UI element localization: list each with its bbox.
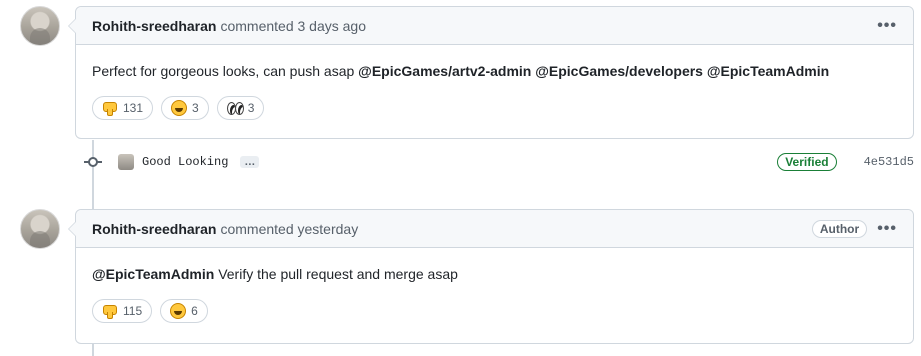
comment-text: @EpicTeamAdmin Verify the pull request a… [92, 264, 897, 284]
git-commit-icon [84, 157, 102, 167]
reaction-count: 115 [123, 304, 143, 318]
comment-timestamp[interactable]: commented yesterday [220, 221, 358, 237]
thumbs-down-icon [102, 100, 118, 116]
reaction-count: 3 [192, 101, 199, 115]
author-link[interactable]: Rohith-sreedharan [92, 221, 216, 237]
laugh-icon [171, 100, 188, 116]
eyes-icon [226, 100, 244, 116]
reactions-bar: 131 3 3 [92, 96, 897, 120]
thumbs-down-icon [102, 303, 118, 319]
commit-event: Good Looking … Verified 4e531d5 [84, 152, 914, 172]
commit-message-link[interactable]: Good Looking [142, 155, 228, 169]
reaction-count: 6 [191, 304, 198, 318]
author-badge: Author [811, 219, 868, 238]
comment-box: Rohith-sreedharan commented 3 days ago •… [68, 6, 914, 139]
comment-header: Rohith-sreedharan commented yesterday Au… [76, 210, 913, 248]
comment-box: Rohith-sreedharan commented yesterday Au… [68, 209, 914, 344]
reaction-laugh[interactable]: 3 [161, 96, 209, 120]
reactions-bar: 115 6 [92, 299, 897, 323]
commit-author-avatar[interactable] [118, 154, 134, 170]
laugh-icon [170, 303, 187, 319]
comment-text: Perfect for gorgeous looks, can push asa… [92, 61, 897, 81]
mention-link[interactable]: @EpicGames/developers [535, 63, 703, 79]
comment-timestamp[interactable]: commented 3 days ago [220, 18, 366, 34]
reaction-laugh[interactable]: 6 [160, 299, 208, 323]
comment-body: Perfect for gorgeous looks, can push asa… [76, 45, 913, 134]
reaction-thumbs-down[interactable]: 115 [92, 299, 153, 323]
comment-menu-icon[interactable]: ••• [877, 220, 897, 238]
commit-expand-button[interactable]: … [240, 156, 260, 168]
reaction-count: 131 [123, 101, 144, 115]
reaction-count: 3 [247, 101, 255, 115]
avatar[interactable] [20, 6, 60, 46]
author-link[interactable]: Rohith-sreedharan [92, 18, 216, 34]
comment-menu-icon[interactable]: ••• [877, 17, 897, 35]
mention-link[interactable]: @EpicTeamAdmin [707, 63, 829, 79]
reaction-eyes[interactable]: 3 [216, 96, 265, 120]
commit-sha-link[interactable]: 4e531d5 [864, 155, 914, 169]
mention-link[interactable]: @EpicTeamAdmin [92, 266, 214, 282]
comment-text-plain: Perfect for gorgeous looks, can push asa… [92, 63, 359, 79]
comment-text-plain: Verify the pull request and merge asap [214, 266, 458, 282]
comment-header: Rohith-sreedharan commented 3 days ago •… [76, 7, 913, 45]
verified-badge[interactable]: Verified [777, 153, 837, 171]
comment-body: @EpicTeamAdmin Verify the pull request a… [76, 248, 913, 337]
mention-link[interactable]: @EpicGames/artv2-admin [358, 63, 531, 79]
avatar[interactable] [20, 209, 60, 249]
reaction-thumbs-down[interactable]: 131 [92, 96, 154, 120]
